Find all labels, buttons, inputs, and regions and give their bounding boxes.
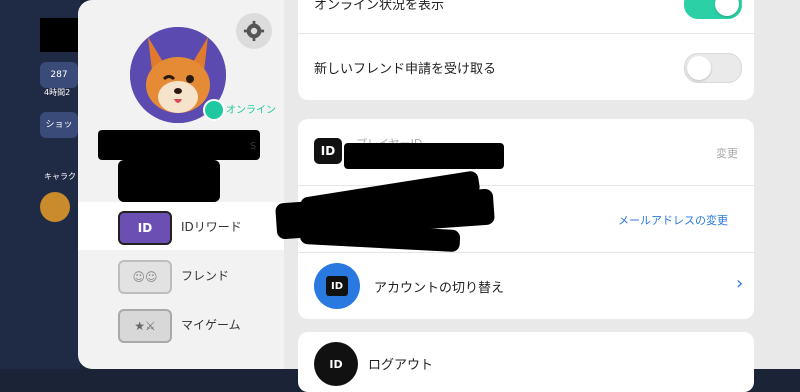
toggle-knob xyxy=(715,0,739,16)
privacy-settings-card: オンライン状況を表示 新しいフレンド申請を受け取る xyxy=(298,0,754,100)
friend-requests-row: 新しいフレンド申請を受け取る xyxy=(298,34,754,100)
friends-icon: ☺☺ xyxy=(118,260,172,294)
redaction xyxy=(118,160,220,202)
sidebar-item-label: IDリワード xyxy=(181,219,242,234)
shop-button[interactable]: ショッ xyxy=(40,112,78,138)
event-timer: 4時間2 xyxy=(44,88,71,97)
game-sidebar: 287 4時間2 ショッ キャラクタ xyxy=(0,0,140,369)
sidebar-item-label: フレンド xyxy=(181,268,230,283)
logout-card: ID ログアウト xyxy=(298,332,754,392)
player-id-row: ID プレイヤーID 変更 xyxy=(298,119,754,185)
switch-account-row[interactable]: ID アカウントの切り替え › xyxy=(298,253,754,319)
redaction xyxy=(344,143,504,169)
friend-requests-toggle[interactable] xyxy=(684,53,742,83)
online-status-label: オンライン状況を表示 xyxy=(314,0,445,13)
trophy-icon[interactable] xyxy=(40,192,70,222)
logout-row[interactable]: ID ログアウト xyxy=(298,332,754,392)
settings-content: オンライン状況を表示 新しいフレンド申請を受け取る ID プレイヤーID 変更 … xyxy=(284,0,800,392)
my-games-icon: ★⚔ xyxy=(118,309,172,343)
logout-label: ログアウト xyxy=(368,358,434,373)
online-status-dot xyxy=(203,99,225,121)
character-button[interactable]: キャラクタ xyxy=(44,164,80,207)
id-reward-icon: ID xyxy=(118,211,172,245)
redaction xyxy=(98,130,260,160)
email-change-link[interactable]: メールアドレスの変更 xyxy=(618,212,728,228)
gear-icon xyxy=(243,20,265,42)
switch-account-icon: ID xyxy=(314,263,360,309)
chevron-right-icon: › xyxy=(736,273,744,294)
friend-requests-label: 新しいフレンド申請を受け取る xyxy=(314,61,497,77)
sidebar-item-my-games[interactable]: ★⚔ マイゲーム xyxy=(78,300,284,348)
sidebar-item-id-reward[interactable]: ID IDリワード xyxy=(78,202,284,250)
username-suffix: s xyxy=(250,138,257,152)
online-status-text: オンライン xyxy=(226,105,276,116)
sidebar-item-label: マイゲーム xyxy=(181,317,241,332)
online-status-toggle[interactable] xyxy=(684,0,742,19)
player-id-change-button[interactable]: 変更 xyxy=(716,145,738,161)
toggle-knob xyxy=(687,56,711,80)
settings-gear-button[interactable] xyxy=(236,13,272,49)
switch-account-label: アカウントの切り替え xyxy=(374,280,505,296)
sidebar-item-friends[interactable]: ☺☺ フレンド xyxy=(78,251,284,299)
id-icon: ID xyxy=(314,138,342,164)
online-status-row: オンライン状況を表示 xyxy=(298,0,754,36)
logout-icon: ID xyxy=(314,342,358,386)
